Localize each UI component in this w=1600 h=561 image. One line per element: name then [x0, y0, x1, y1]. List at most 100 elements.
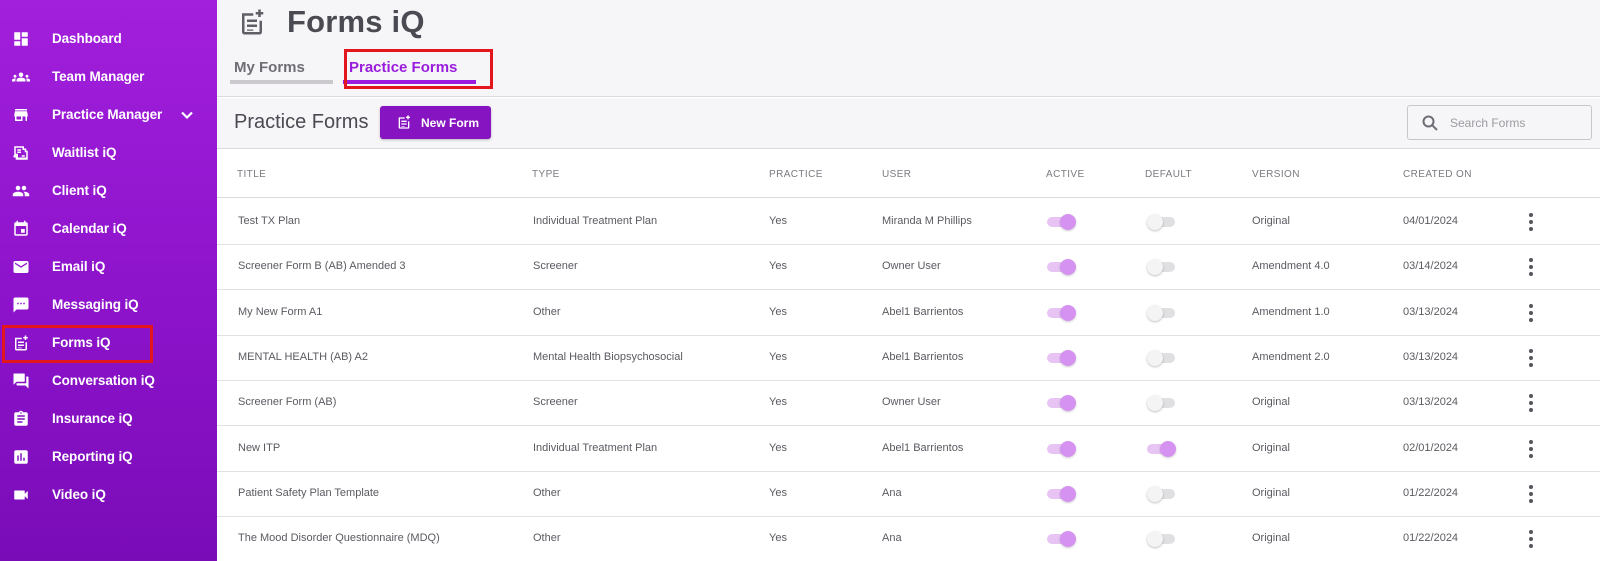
cell-created-on: 03/13/2024 [1403, 396, 1459, 409]
add-form-icon [396, 114, 412, 130]
default-toggle[interactable] [1147, 259, 1175, 276]
active-toggle[interactable] [1047, 304, 1076, 321]
sidebar-item-conversation[interactable]: Conversation iQ [0, 362, 217, 400]
sidebar-item-calendar[interactable]: Calendar iQ [0, 210, 217, 248]
sidebar-item-insurance[interactable]: Insurance iQ [0, 400, 217, 438]
active-toggle[interactable] [1047, 485, 1076, 502]
active-toggle[interactable] [1047, 259, 1076, 276]
cell-title[interactable]: Test TX Plan [238, 215, 300, 227]
toolbar: Practice Forms New Form [217, 98, 1600, 149]
default-toggle[interactable] [1147, 395, 1175, 412]
sidebar-item-client[interactable]: Client iQ [0, 172, 217, 210]
sidebar-item-label: Messaging iQ [52, 297, 139, 312]
column-header-practice[interactable]: PRACTICE [769, 169, 823, 180]
column-header-user[interactable]: USER [882, 169, 911, 180]
more-options-icon[interactable] [1528, 213, 1534, 231]
cell-user: Owner User [882, 396, 941, 409]
cell-created-on: 04/01/2024 [1403, 215, 1459, 227]
cell-user: Abel1 Barrientos [882, 305, 964, 318]
sidebar-item-label: Dashboard [52, 31, 122, 46]
table-row[interactable]: Screener Form (AB) Screener Yes Owner Us… [217, 380, 1600, 427]
column-header-active[interactable]: ACTIVE [1046, 169, 1085, 180]
sidebar-item-practice-manager[interactable]: Practice Manager [0, 96, 217, 134]
forms-icon [237, 6, 267, 38]
sidebar-item-waitlist[interactable]: Waitlist iQ [0, 134, 217, 172]
more-options-icon[interactable] [1528, 348, 1534, 367]
cell-type: Mental Health Biopsychosocial [533, 350, 683, 363]
more-options-icon[interactable] [1528, 258, 1534, 277]
email-icon [11, 258, 31, 276]
active-toggle[interactable] [1047, 395, 1076, 412]
toggle-knob [1147, 485, 1163, 502]
sidebar-item-messaging[interactable]: Messaging iQ [0, 286, 217, 324]
column-header-default[interactable]: DEFAULT [1145, 169, 1192, 180]
table-row[interactable]: Screener Form B (AB) Amended 3 Screener … [217, 244, 1600, 291]
more-options-icon[interactable] [1528, 484, 1534, 503]
default-toggle[interactable] [1147, 531, 1175, 548]
cell-created-on: 01/22/2024 [1403, 486, 1459, 499]
cell-practice: Yes [769, 350, 787, 363]
sidebar-item-label: Team Manager [52, 69, 145, 84]
table-row[interactable]: The Mood Disorder Questionnaire (MDQ) Ot… [217, 516, 1600, 561]
cell-title[interactable]: MENTAL HEALTH (AB) A2 [238, 351, 368, 363]
active-toggle[interactable] [1047, 531, 1076, 548]
active-toggle[interactable] [1047, 349, 1076, 366]
sidebar-item-label: Conversation iQ [52, 373, 155, 388]
cell-type: Individual Treatment Plan [533, 441, 658, 454]
cell-title[interactable]: Patient Safety Plan Template [238, 487, 379, 499]
toggle-knob [1060, 259, 1076, 276]
more-options-icon[interactable] [1528, 439, 1534, 458]
column-header-title[interactable]: TITLE [237, 169, 266, 180]
messaging-icon [11, 296, 31, 314]
highlight-box [344, 49, 493, 89]
cell-user: Abel1 Barrientos [882, 441, 964, 454]
table-row[interactable]: Patient Safety Plan Template Other Yes A… [217, 471, 1600, 517]
section-title: Practice Forms [234, 111, 369, 133]
table-row[interactable]: New ITP Individual Treatment Plan Yes Ab… [217, 426, 1600, 472]
cell-title[interactable]: Screener Form (AB) [238, 396, 336, 408]
active-toggle[interactable] [1047, 440, 1076, 457]
column-header-created-on[interactable]: CREATED ON [1403, 169, 1472, 180]
cell-title[interactable]: The Mood Disorder Questionnaire (MDQ) [238, 532, 440, 544]
cell-type: Other [533, 486, 561, 499]
new-form-label: New Form [421, 116, 480, 130]
tab-my-forms[interactable]: My Forms [234, 59, 305, 76]
cell-practice: Yes [769, 486, 787, 499]
column-header-type[interactable]: TYPE [532, 169, 560, 180]
chevron-down-icon[interactable] [180, 108, 194, 122]
sidebar-item-video[interactable]: Video iQ [0, 476, 217, 514]
toggle-knob [1160, 440, 1176, 457]
video-icon [11, 486, 31, 504]
cell-title[interactable]: New ITP [238, 442, 280, 454]
cell-title[interactable]: Screener Form B (AB) Amended 3 [238, 260, 406, 272]
default-toggle[interactable] [1147, 304, 1175, 321]
more-options-icon[interactable] [1528, 303, 1534, 322]
search-input[interactable] [1450, 114, 1585, 132]
cell-practice: Yes [769, 260, 787, 273]
cell-practice: Yes [769, 305, 787, 318]
default-toggle[interactable] [1147, 485, 1175, 502]
cell-user: Abel1 Barrientos [882, 350, 964, 363]
default-toggle[interactable] [1147, 440, 1176, 457]
more-options-icon[interactable] [1528, 530, 1534, 549]
store-icon [11, 106, 31, 124]
table-row[interactable]: Test TX Plan Individual Treatment Plan Y… [217, 199, 1600, 245]
column-header-version[interactable]: VERSION [1252, 169, 1300, 180]
cell-title[interactable]: My New Form A1 [238, 306, 322, 318]
default-toggle[interactable] [1147, 349, 1175, 366]
cell-practice: Yes [769, 215, 787, 227]
table-row[interactable]: MENTAL HEALTH (AB) A2 Mental Health Biop… [217, 335, 1600, 381]
sidebar-item-reporting[interactable]: Reporting iQ [0, 438, 217, 476]
sidebar-item-team-manager[interactable]: Team Manager [0, 58, 217, 96]
sidebar-item-dashboard[interactable]: Dashboard [0, 20, 217, 58]
more-options-icon[interactable] [1528, 394, 1534, 413]
active-toggle[interactable] [1047, 214, 1076, 230]
default-toggle[interactable] [1147, 214, 1175, 230]
sidebar-item-email[interactable]: Email iQ [0, 248, 217, 286]
cell-version: Original [1252, 441, 1290, 454]
cell-version: Original [1252, 532, 1290, 545]
cell-type: Other [533, 532, 561, 545]
table-row[interactable]: My New Form A1 Other Yes Abel1 Barriento… [217, 290, 1600, 336]
page-header: Forms iQ My Forms Practice Forms [217, 0, 1600, 97]
new-form-button[interactable]: New Form [380, 106, 491, 139]
